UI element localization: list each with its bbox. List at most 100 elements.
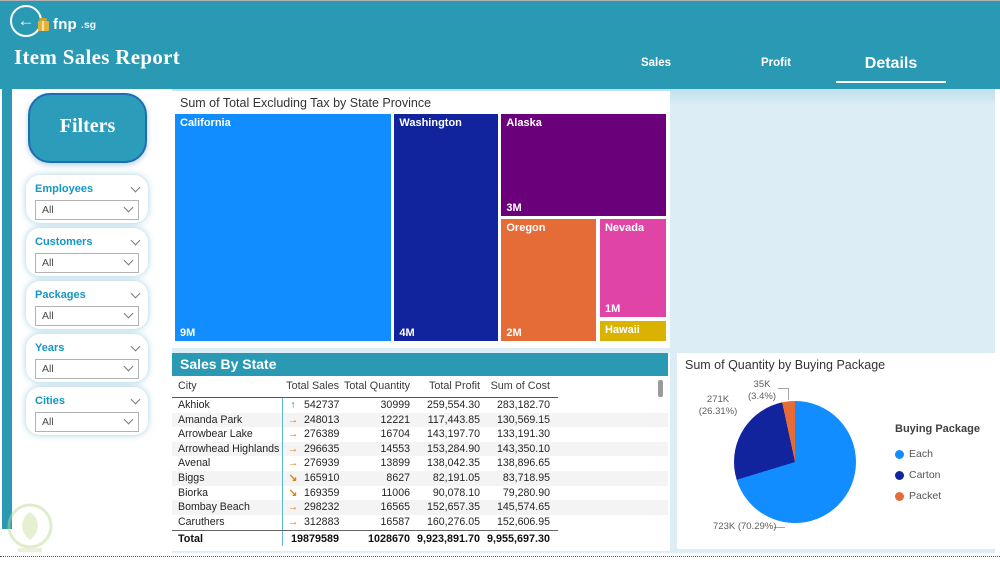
column-header[interactable]: Total Quantity xyxy=(339,376,410,397)
table-row[interactable]: Biorka ↘ 169359 11006 90,078.10 79,280.90 xyxy=(172,486,668,501)
column-separator-line xyxy=(282,398,283,546)
chevron-glyph xyxy=(123,308,134,319)
report-page: ← fnp .sg Item Sales Report Sales Profit D… xyxy=(0,0,1000,562)
chevron-down-icon[interactable] xyxy=(130,286,141,304)
cell-total-sales: 276389 xyxy=(304,428,340,441)
filter-select[interactable]: All xyxy=(35,253,139,273)
treemap-tile-nevada[interactable]: Nevada 1M xyxy=(598,218,667,318)
trend-flat-icon: → xyxy=(287,457,299,470)
cell-sum-of-cost: 145,574.65 xyxy=(496,501,550,514)
table-row[interactable]: Arrowbear Lake → 276389 16704 143,197.70 133,… xyxy=(172,427,668,442)
column-header[interactable]: Total Sales xyxy=(282,376,339,397)
legend-item-packet[interactable]: Packet xyxy=(895,490,941,502)
table-row[interactable]: Caruthers → 312883 16587 160,276.05 152,606.9… xyxy=(172,515,668,530)
chevron-down-icon[interactable] xyxy=(130,180,141,198)
total-cell: Total xyxy=(178,533,203,545)
chevron-glyph xyxy=(130,288,141,299)
filter-label: Customers xyxy=(35,236,93,248)
filter-select-value: All xyxy=(42,416,54,428)
chevron-down-icon xyxy=(123,414,134,428)
column-header[interactable]: Sum of Cost xyxy=(480,376,550,397)
treemap-tile-hawaii[interactable]: Hawaii xyxy=(598,319,667,342)
treemap-tile-oregon[interactable]: Oregon 2M xyxy=(500,218,598,342)
pie-label-packet: 35K (3.4%) xyxy=(731,379,793,403)
cell-city: Amanda Park xyxy=(178,413,243,426)
cell-total-sales: 312883 xyxy=(304,515,340,528)
table-row[interactable]: Avenal → 276939 13899 138,042.35 138,896.65 xyxy=(172,456,668,471)
gift-icon xyxy=(38,17,49,31)
table-row[interactable]: Arrowhead Highlands → 296635 14553 153,284.9… xyxy=(172,441,668,457)
legend-item-each[interactable]: Each xyxy=(895,448,941,460)
treemap-tile-alaska[interactable]: Alaska 3M xyxy=(500,113,667,217)
chevron-down-icon[interactable] xyxy=(130,233,141,251)
cell-total-profit: 138,042.35 xyxy=(426,457,480,470)
filter-select[interactable]: All xyxy=(35,200,139,220)
cell-city: Arrowhead Highlands xyxy=(178,442,280,455)
filter-select-value: All xyxy=(42,310,54,322)
cell-sum-of-cost: 79,280.90 xyxy=(502,486,550,499)
filter-card-header: Years xyxy=(35,339,141,357)
page-title: Item Sales Report xyxy=(14,45,181,69)
chevron-glyph xyxy=(130,235,141,246)
table-row[interactable]: Bombay Beach → 298232 16565 152,657.35 145,57… xyxy=(172,500,668,515)
cell-total-profit: 82,191.05 xyxy=(432,471,480,484)
filter-group-cities: Cities All xyxy=(26,387,148,435)
treemap-tile-washington[interactable]: Washington 4M xyxy=(393,113,499,342)
filter-select[interactable]: All xyxy=(35,306,139,326)
pie-label-line: (26.31%) xyxy=(698,406,738,417)
filter-label: Cities xyxy=(35,395,65,407)
column-header[interactable]: Total Profit xyxy=(410,376,480,397)
logo-suffix: .sg xyxy=(80,18,97,31)
logo-text: fnp xyxy=(53,16,77,33)
filter-select[interactable]: All xyxy=(35,412,139,432)
treemap-canvas: California 9M Washington 4M Alaska 3M Oregon 2M… xyxy=(174,113,667,342)
chevron-glyph xyxy=(123,361,134,372)
trend-flat-icon: → xyxy=(287,442,299,455)
filter-cards: Employees All Customers All Packages All Years… xyxy=(26,175,148,440)
cell-total-profit: 259,554.30 xyxy=(426,399,480,411)
tile-name: Alaska xyxy=(506,117,542,129)
column-header[interactable]: City xyxy=(172,376,282,397)
table-row[interactable]: Amanda Park → 248013 12221 117,443.85 130,569… xyxy=(172,412,668,428)
legend-label: Packet xyxy=(909,490,942,502)
filter-group-years: Years All xyxy=(26,334,148,382)
pie-label-line: 723K (70.29%) xyxy=(713,521,777,532)
chevron-down-icon[interactable] xyxy=(130,392,141,410)
filter-group-packages: Packages All xyxy=(26,281,148,329)
legend-swatch xyxy=(895,449,904,459)
pie-chart[interactable] xyxy=(734,401,856,523)
cell-sum-of-cost: 152,606.95 xyxy=(496,515,550,528)
table-total-row: Total 19879589 1028670 9,923,891.70 9,955,69… xyxy=(172,530,558,547)
tab-details[interactable]: Details xyxy=(836,55,946,83)
treemap-tile-california[interactable]: California 9M xyxy=(174,113,392,342)
cell-sum-of-cost: 83,718.95 xyxy=(502,471,550,484)
chevron-down-icon[interactable] xyxy=(130,339,141,357)
filter-card-header: Employees xyxy=(35,180,141,198)
table-scrollbar-thumb[interactable] xyxy=(658,380,663,397)
cell-total-profit: 160,276.05 xyxy=(426,515,480,528)
trend-flat-icon: → xyxy=(287,428,299,441)
tab-profit[interactable]: Profit xyxy=(716,57,836,69)
cell-total-profit: 90,078.10 xyxy=(432,486,480,499)
filter-group-customers: Customers All xyxy=(26,228,148,276)
legend-item-carton[interactable]: Carton xyxy=(895,469,941,481)
tab-sales[interactable]: Sales xyxy=(596,57,716,69)
tile-name: Washington xyxy=(399,117,462,129)
pie-legend-items: Each Carton Packet xyxy=(895,439,941,502)
total-cell: 19879589 xyxy=(290,533,339,545)
chevron-down-icon xyxy=(123,255,134,269)
filters-button[interactable]: Filters xyxy=(28,93,147,163)
trend-flat-icon: → xyxy=(287,515,299,528)
table-row[interactable]: Akhiok ↑ 542737 30999 259,554.30 283,182.70 xyxy=(172,398,668,413)
cell-total-quantity: 12221 xyxy=(380,413,410,426)
tile-name: California xyxy=(180,117,231,129)
table-row[interactable]: Biggs ↘ 165910 8627 82,191.05 83,718.95 xyxy=(172,470,668,486)
filter-card-header: Packages xyxy=(35,286,141,304)
cell-total-quantity: 16587 xyxy=(380,515,410,528)
trend-down-icon: ↘ xyxy=(288,471,298,484)
cell-sum-of-cost: 143,350.10 xyxy=(496,442,550,455)
filter-select[interactable]: All xyxy=(35,359,139,379)
cell-sum-of-cost: 138,896.65 xyxy=(496,457,550,470)
pie-label-line: 35K xyxy=(753,379,771,390)
cell-city: Bombay Beach xyxy=(178,501,250,514)
